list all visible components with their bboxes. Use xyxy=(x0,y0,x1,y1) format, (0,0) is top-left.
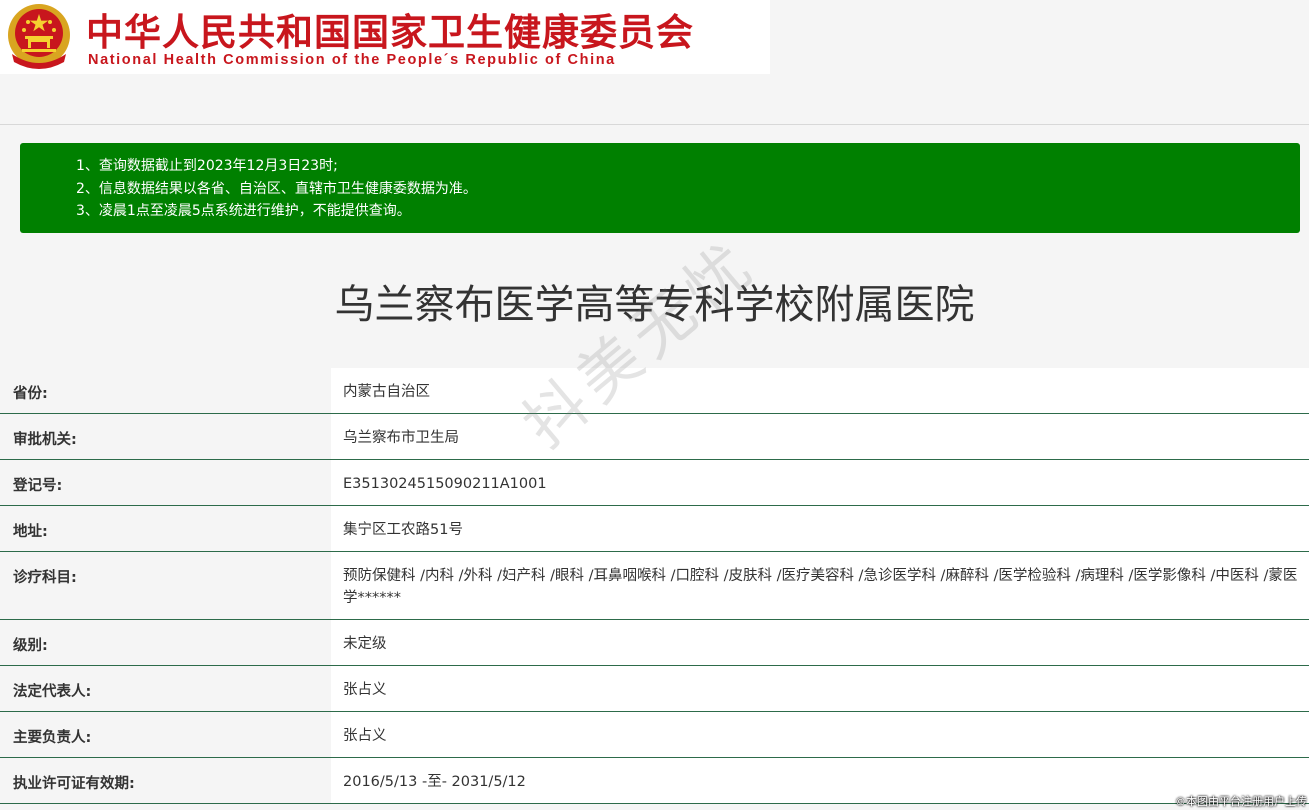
field-label-registration-number: 登记号: xyxy=(13,478,63,494)
org-name-cn: 中华人民共和国国家卫生健康委员会 xyxy=(86,11,694,54)
field-label-departments: 诊疗科目: xyxy=(13,570,77,586)
field-label-level: 级别: xyxy=(13,638,48,654)
field-value-level: 未定级 xyxy=(343,636,387,652)
field-value-legal-representative: 张占义 xyxy=(343,682,387,698)
field-value-principal: 张占义 xyxy=(343,728,387,744)
table-row: 执业许可证有效期: 2016/5/13 -至- 2031/5/12 xyxy=(0,757,1309,804)
org-name-en: National Health Commission of the People… xyxy=(88,52,616,68)
notice-line: 1、查询数据截止到2023年12月3日23时; xyxy=(76,158,338,174)
field-label-address: 地址: xyxy=(13,524,48,540)
table-row: 主要负责人: 张占义 xyxy=(0,711,1309,758)
field-value-province: 内蒙古自治区 xyxy=(343,384,430,400)
notice-line: 3、凌晨1点至凌晨5点系统进行维护，不能提供查询。 xyxy=(76,203,411,219)
field-label-license-validity: 执业许可证有效期: xyxy=(13,776,135,792)
table-row: 地址: 集宁区工农路51号 xyxy=(0,505,1309,552)
hospital-info-table: 省份: 内蒙古自治区 审批机关: 乌兰察布市卫生局 登记号: E35130245… xyxy=(0,368,1309,804)
field-label-province: 省份: xyxy=(13,386,48,402)
field-label-approval-authority: 审批机关: xyxy=(13,432,77,448)
national-emblem-icon xyxy=(8,4,70,69)
field-value-registration-number: E3513024515090211A1001 xyxy=(343,476,547,492)
field-label-legal-representative: 法定代表人: xyxy=(13,684,92,700)
field-label-principal: 主要负责人: xyxy=(13,730,92,746)
upload-credit: ©本图由平台注册用户上传 xyxy=(1175,795,1307,808)
notice-banner: 1、查询数据截止到2023年12月3日23时; 2、信息数据结果以各省、自治区、… xyxy=(20,143,1300,233)
table-row: 诊疗科目: 预防保健科 /内科 /外科 /妇产科 /眼科 /耳鼻咽喉科 /口腔科… xyxy=(0,551,1309,620)
table-row: 级别: 未定级 xyxy=(0,619,1309,666)
field-value-approval-authority: 乌兰察布市卫生局 xyxy=(343,430,459,446)
site-header: 中华人民共和国国家卫生健康委员会 National Health Commiss… xyxy=(0,0,770,74)
field-value-address: 集宁区工农路51号 xyxy=(343,522,463,538)
field-value-license-validity: 2016/5/13 -至- 2031/5/12 xyxy=(343,774,526,790)
notice-line: 2、信息数据结果以各省、自治区、直辖市卫生健康委数据为准。 xyxy=(76,180,477,197)
table-row: 审批机关: 乌兰察布市卫生局 xyxy=(0,413,1309,460)
table-row: 登记号: E3513024515090211A1001 xyxy=(0,459,1309,506)
table-row: 法定代表人: 张占义 xyxy=(0,665,1309,712)
header-divider xyxy=(0,124,1309,125)
field-value-departments: 预防保健科 /内科 /外科 /妇产科 /眼科 /耳鼻咽喉科 /口腔科 /皮肤科 … xyxy=(343,568,1298,606)
